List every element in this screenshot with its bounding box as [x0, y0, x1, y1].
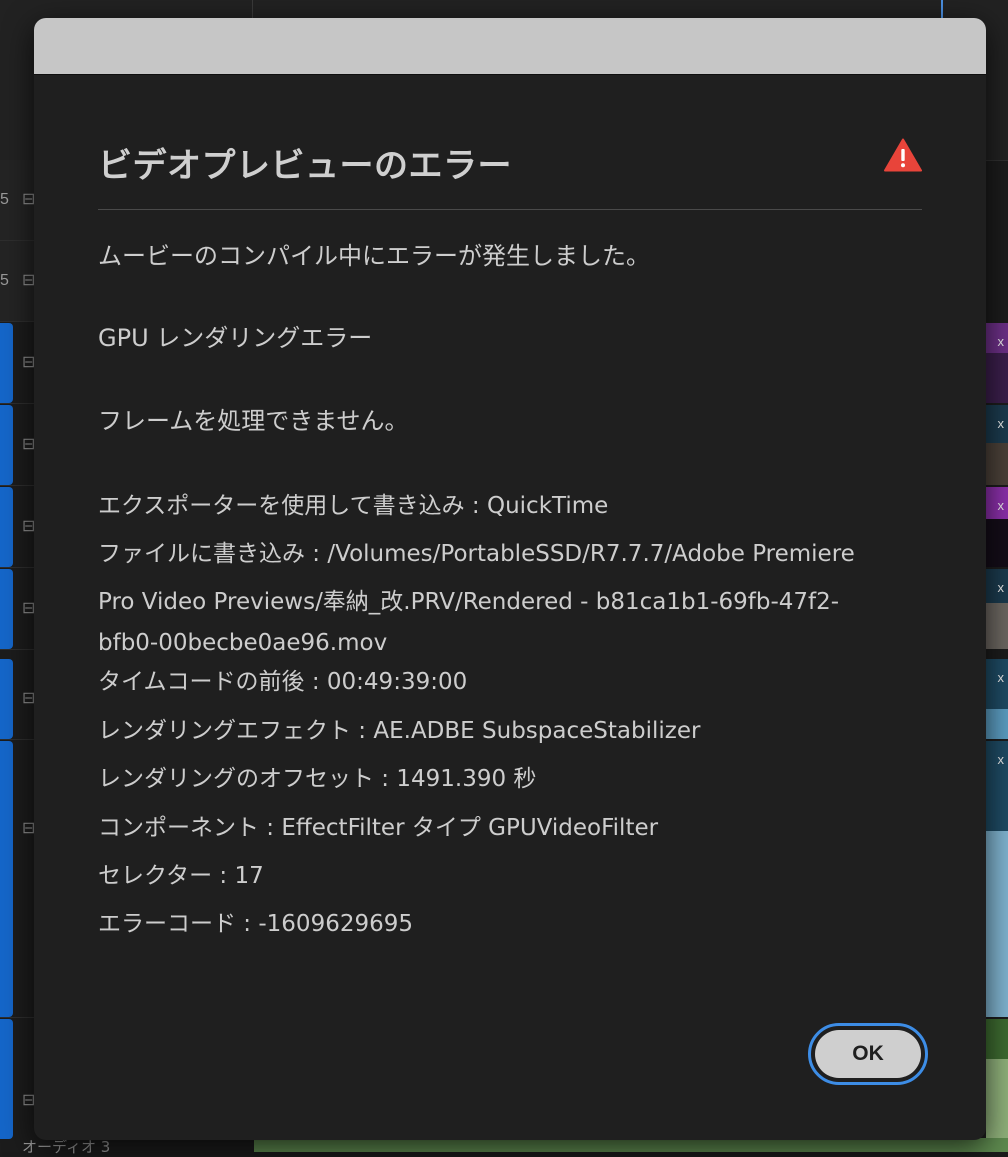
dialog-titlebar[interactable] [34, 18, 986, 75]
detail-effect: レンダリングエフェクト : AE.ADBE SubspaceStabilizer [98, 718, 701, 744]
audio-clip[interactable] [986, 1019, 1008, 1139]
fx-badge-icon: x [997, 498, 1005, 513]
detail-selector: セレクター : 17 [98, 863, 264, 889]
detail-error-code: エラーコード : -1609629695 [98, 911, 414, 937]
audio-waveform-strip [254, 1138, 1008, 1152]
fx-badge-icon: x [997, 752, 1005, 767]
warning-icon [884, 138, 922, 172]
detail-component: コンポーネント : EffectFilter タイプ GPUVideoFilte… [98, 815, 659, 841]
fx-badge-icon: x [997, 580, 1005, 595]
fx-badge-icon: x [997, 334, 1005, 349]
detail-timecode: タイムコードの前後 : 00:49:39:00 [98, 669, 468, 695]
error-reason: フレームを処理できません。 [98, 407, 409, 435]
error-dialog: ビデオプレビューのエラー ムービーのコンパイル中にエラーが発生しました。 GPU… [34, 18, 986, 1140]
audio-clip[interactable]: x [986, 659, 1008, 739]
detail-file-path: ファイルに書き込み : /Volumes/PortableSSD/R7.7.7/… [98, 541, 855, 567]
detail-file-path-cont: Pro Video Previews/奉納_改.PRV/Rendered - b… [98, 589, 840, 615]
audio-clip[interactable]: x [986, 741, 1008, 1017]
detail-file-path-cont: bfb0-00becbe0ae96.mov [98, 630, 388, 656]
error-summary: ムービーのコンパイル中にエラーが発生しました。 [98, 242, 650, 270]
track-number: 5 [0, 191, 9, 208]
detail-offset: レンダリングのオフセット : 1491.390 秒 [98, 766, 537, 792]
panel-divider [252, 0, 253, 20]
dialog-title: ビデオプレビューのエラー [98, 146, 512, 186]
video-clip[interactable]: x [986, 569, 1008, 649]
error-type: GPU レンダリングエラー [98, 324, 373, 352]
video-clip[interactable]: x [986, 323, 1008, 403]
ok-button[interactable]: OK [808, 1023, 928, 1085]
video-clip[interactable]: x [986, 405, 1008, 485]
track-number: 5 [0, 272, 9, 289]
ok-button-label: OK [815, 1030, 921, 1078]
video-clip[interactable]: x [986, 487, 1008, 567]
fx-badge-icon: x [997, 670, 1005, 685]
detail-exporter: エクスポーターを使用して書き込み : QuickTime [98, 493, 609, 519]
title-divider [98, 209, 922, 210]
playhead[interactable] [941, 0, 943, 18]
fx-badge-icon: x [997, 416, 1005, 431]
